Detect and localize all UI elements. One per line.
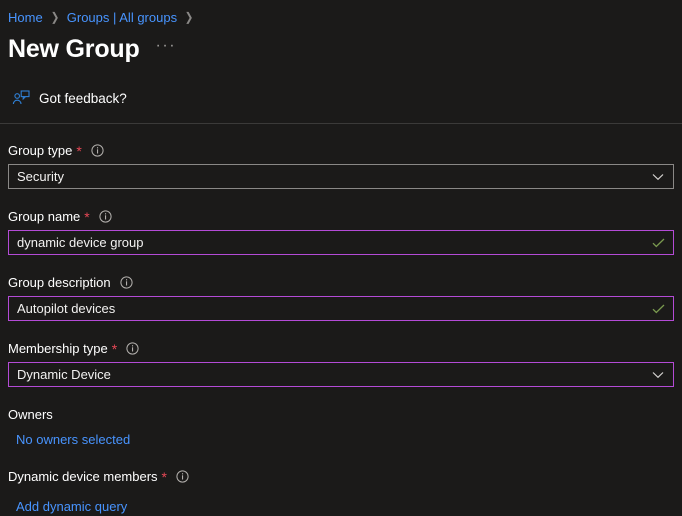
info-icon[interactable]: [91, 144, 104, 157]
group-description-label: Group description: [8, 275, 111, 290]
field-group-type: Group type * Security: [8, 142, 674, 189]
chevron-down-icon[interactable]: [643, 173, 673, 181]
group-description-label-row: Group description: [8, 274, 674, 291]
add-dynamic-query-link[interactable]: Add dynamic query: [16, 499, 127, 514]
group-name-label-row: Group name *: [8, 208, 674, 225]
group-description-input[interactable]: Autopilot devices: [8, 296, 674, 321]
field-group-name: Group name * dynamic device group: [8, 208, 674, 255]
title-row: New Group ···: [0, 28, 682, 64]
group-type-dropdown[interactable]: Security: [8, 164, 674, 189]
got-feedback-label: Got feedback?: [39, 90, 127, 106]
group-name-label: Group name: [8, 209, 81, 224]
field-group-description: Group description Autopilot devices: [8, 274, 674, 321]
membership-type-label-row: Membership type *: [8, 340, 674, 357]
group-description-value[interactable]: Autopilot devices: [9, 297, 643, 320]
required-asterisk: *: [84, 208, 90, 225]
group-type-value: Security: [17, 169, 64, 184]
group-type-label: Group type: [8, 143, 73, 158]
membership-type-label: Membership type: [8, 341, 108, 356]
field-owners: Owners No owners selected: [8, 406, 674, 449]
feedback-person-icon: [12, 90, 30, 106]
breadcrumb: Home ❯ Groups | All groups ❯: [0, 0, 682, 28]
check-icon: [643, 238, 673, 248]
required-asterisk: *: [76, 142, 82, 159]
membership-type-dropdown[interactable]: Dynamic Device: [8, 362, 674, 387]
required-asterisk: *: [161, 468, 167, 485]
field-membership-type: Membership type * Dynamic Device: [8, 340, 674, 387]
no-owners-selected-link[interactable]: No owners selected: [16, 432, 130, 447]
info-icon[interactable]: [176, 470, 189, 483]
breadcrumb-groups-all-groups[interactable]: Groups | All groups: [67, 10, 177, 25]
info-icon[interactable]: [126, 342, 139, 355]
chevron-right-icon: ❯: [50, 10, 59, 24]
info-icon[interactable]: [99, 210, 112, 223]
field-dynamic-device-members: Dynamic device members * Add dynamic que…: [8, 468, 674, 516]
info-icon[interactable]: [120, 276, 133, 289]
required-asterisk: *: [111, 340, 118, 357]
got-feedback-button[interactable]: Got feedback?: [0, 88, 682, 108]
page-title: New Group: [8, 35, 140, 63]
new-group-form: Group type * Security Group name * dynam…: [0, 142, 682, 516]
membership-type-value: Dynamic Device: [17, 367, 111, 382]
dynamic-device-members-label: Dynamic device members: [8, 469, 158, 484]
dynamic-device-members-label-row: Dynamic device members *: [8, 468, 674, 485]
more-options-icon[interactable]: ···: [156, 38, 176, 58]
breadcrumb-home[interactable]: Home: [8, 10, 43, 25]
group-name-input[interactable]: dynamic device group: [8, 230, 674, 255]
header-divider: [0, 123, 682, 124]
check-icon: [643, 304, 673, 314]
group-name-value[interactable]: dynamic device group: [9, 231, 643, 254]
new-group-blade: Home ❯ Groups | All groups ❯ New Group ·…: [0, 0, 682, 514]
chevron-down-icon[interactable]: [643, 371, 673, 379]
owners-label: Owners: [8, 407, 53, 422]
group-type-label-row: Group type *: [8, 142, 674, 159]
chevron-right-icon-2: ❯: [184, 10, 194, 24]
